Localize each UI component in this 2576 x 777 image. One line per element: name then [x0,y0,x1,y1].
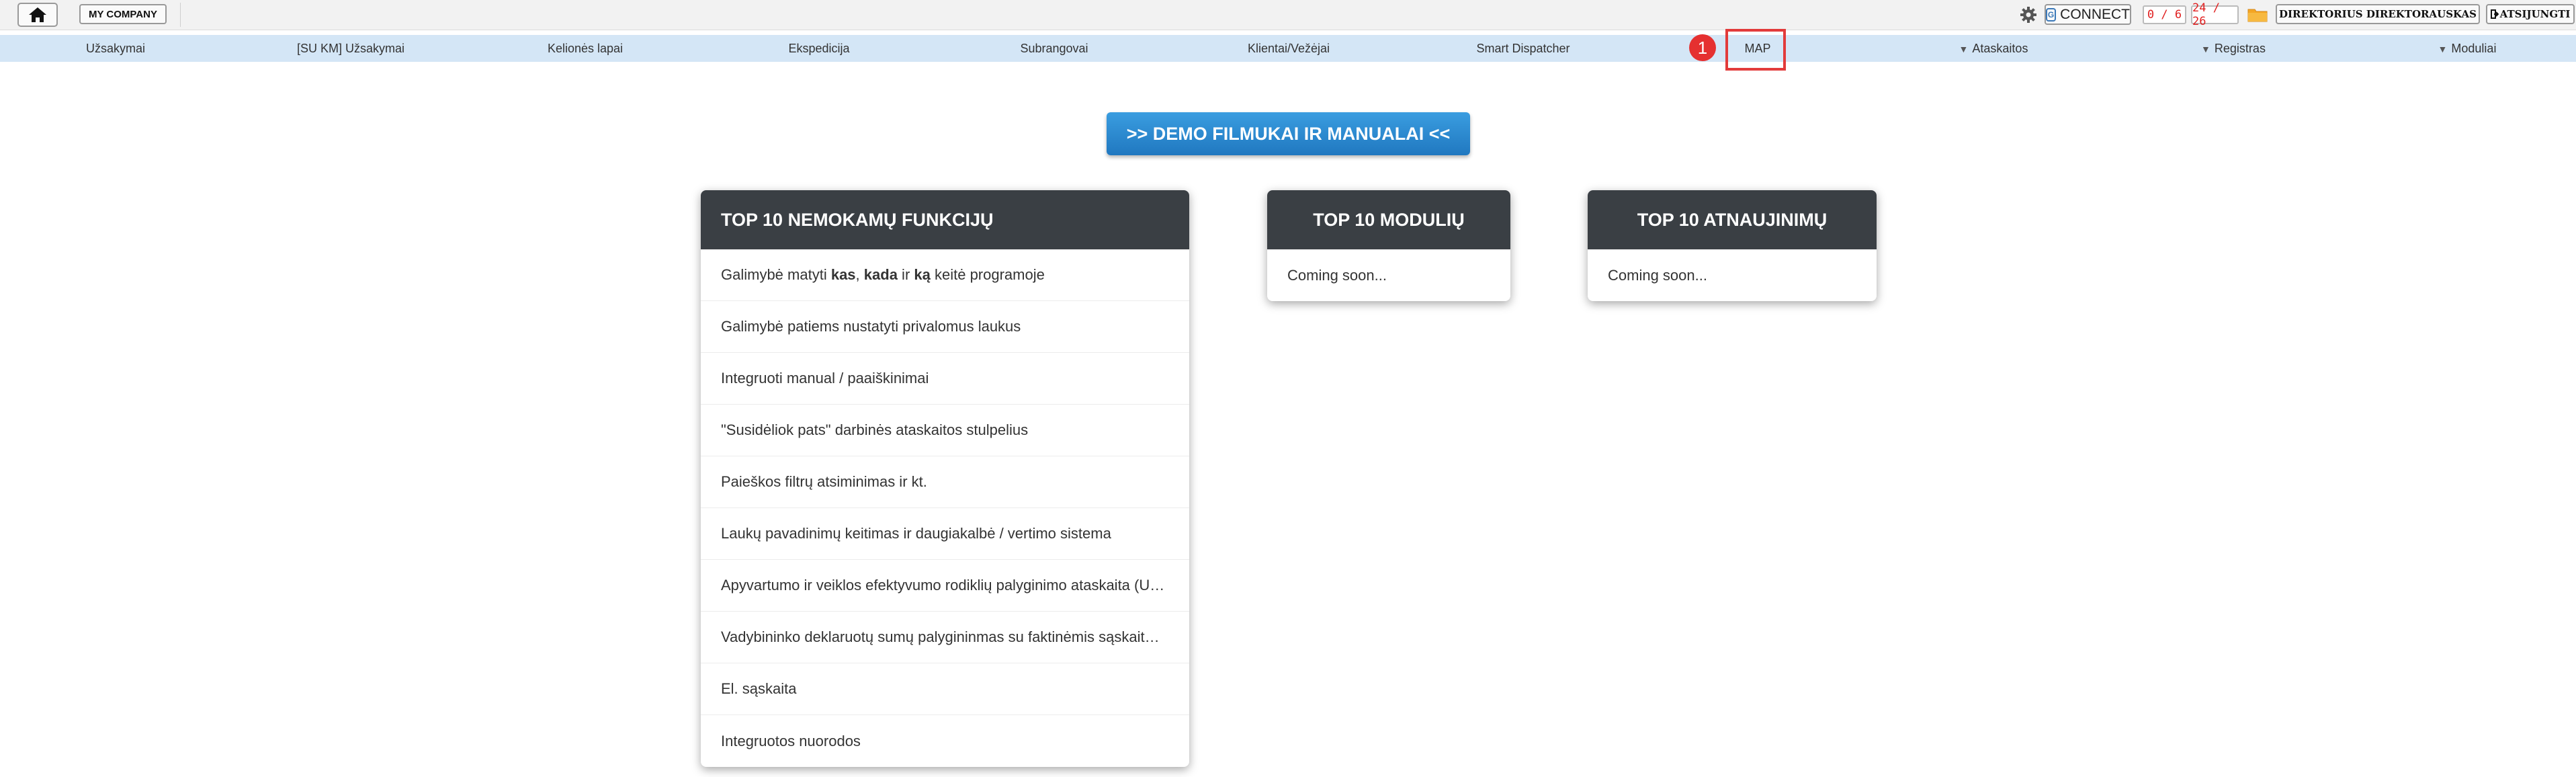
list-item-text: Galimybė patiems nustatyti privalomus la… [721,318,1021,335]
home-icon [29,7,46,22]
coming-soon-text: Coming soon... [1287,266,1387,284]
list-item-text: Integruoti manual / paaiškinimai [721,370,929,386]
list-item[interactable]: Vadybininko deklaruotų sumų palygininmas… [701,612,1189,663]
main-nav: Užsakymai [SU KM] Užsakymai Kelionės lap… [0,35,2576,62]
nav-item-smart-dispatcher[interactable]: Smart Dispatcher [1476,35,1570,62]
list-item[interactable]: "Susidėliok pats" darbinės ataskaitos st… [701,405,1189,456]
step-badge: 1 [1689,34,1716,61]
list-item-text: Vadybininko deklaruotų sumų palygininmas… [721,628,1160,645]
list-item[interactable]: Galimybė matyti kas, kada ir ką keitė pr… [701,249,1189,301]
chevron-down-icon: ▼ [1959,44,1969,54]
list-item[interactable]: Integruotos nuorodos [701,715,1189,767]
map-highlight-box [1725,29,1786,71]
nav-item-label: Ataskaitos [1972,42,2028,55]
settings-button[interactable] [2018,5,2038,25]
list-item-text: Apyvartumo ir veiklos efektyvumo rodikli… [721,577,1165,594]
counter-badge[interactable]: 24 / 26 [2191,1,2239,28]
card-title: TOP 10 MODULIŲ [1267,190,1510,249]
home-button[interactable] [17,3,58,27]
logout-label: ATSIJUNGTI [2499,8,2571,20]
list-item-text: "Susidėliok pats" darbinės ataskaitos st… [721,421,1029,438]
company-button[interactable]: MY COMPANY [79,4,167,24]
nav-item-label: Registras [2214,42,2266,55]
connect-icon: G [2046,7,2057,22]
gear-icon [2020,7,2036,23]
nav-item-klientai-vezejai[interactable]: Klientai/Vežėjai [1248,35,1330,62]
demo-manuals-button[interactable]: >> DEMO FILMUKAI IR MANUALAI << [1107,112,1470,155]
connect-button[interactable]: G CONNECT [2045,4,2131,25]
top-updates-card: TOP 10 ATNAUJINIMŲ Coming soon... [1588,190,1877,301]
list-item-text: Laukų pavadinimų keitimas ir daugiakalbė… [721,525,1111,542]
nav-item-uzsakymai[interactable]: Užsakymai [86,35,145,62]
list-item[interactable]: Laukų pavadinimų keitimas ir daugiakalbė… [701,508,1189,560]
nav-item-ataskaitos[interactable]: ▼ Ataskaitos [1959,35,2028,62]
coming-soon-text: Coming soon... [1608,266,1707,284]
top-bar: MY COMPANY G CONNECT 0 / 6 24 / 26 DIREK… [0,0,2576,30]
list-item-text: Galimybė matyti kas, kada ir ką keitė pr… [721,266,1045,283]
nav-item-subrangovai[interactable]: Subrangovai [1020,35,1088,62]
list-item[interactable]: Galimybė patiems nustatyti privalomus la… [701,301,1189,353]
chevron-down-icon: ▼ [2438,44,2448,54]
list-item-text: Integruotos nuorodos [721,732,861,749]
folder-icon[interactable] [2247,7,2268,22]
top-free-features-card: TOP 10 NEMOKAMŲ FUNKCIJŲ Galimybė matyti… [701,190,1189,767]
user-button[interactable]: DIREKTORIUS DIREKTORAUSKAS [2276,4,2480,24]
feature-list: Galimybė matyti kas, kada ir ką keitė pr… [701,249,1189,767]
list-item[interactable]: Apyvartumo ir veiklos efektyvumo rodikli… [701,560,1189,612]
connect-label: CONNECT [2060,6,2130,22]
chevron-down-icon: ▼ [2201,44,2210,54]
card-title: TOP 10 ATNAUJINIMŲ [1588,190,1877,249]
list-item-text: Paieškos filtrų atsiminimas ir kt. [721,473,927,490]
list-item[interactable]: El. sąskaita [701,663,1189,715]
divider [180,3,181,27]
list-item[interactable]: Integruoti manual / paaiškinimai [701,353,1189,405]
nav-item-moduliai[interactable]: ▼ Moduliai [2438,35,2497,62]
card-title: TOP 10 NEMOKAMŲ FUNKCIJŲ [701,190,1189,249]
logout-icon [2490,9,2499,19]
nav-item-ekspedicija[interactable]: Ekspedicija [788,35,849,62]
top-modules-card: TOP 10 MODULIŲ Coming soon... [1267,190,1510,301]
list-item-text: El. sąskaita [721,680,797,697]
nav-item-keliones-lapai[interactable]: Kelionės lapai [548,35,623,62]
nav-item-registras[interactable]: ▼ Registras [2201,35,2266,62]
nav-item-su-km-uzsakymai[interactable]: [SU KM] Užsakymai [297,35,404,62]
logout-button[interactable]: ATSIJUNGTI [2486,4,2575,24]
list-item[interactable]: Paieškos filtrų atsiminimas ir kt. [701,456,1189,508]
nav-item-label: Moduliai [2451,42,2497,55]
counter-badge[interactable]: 0 / 6 [2143,5,2186,24]
